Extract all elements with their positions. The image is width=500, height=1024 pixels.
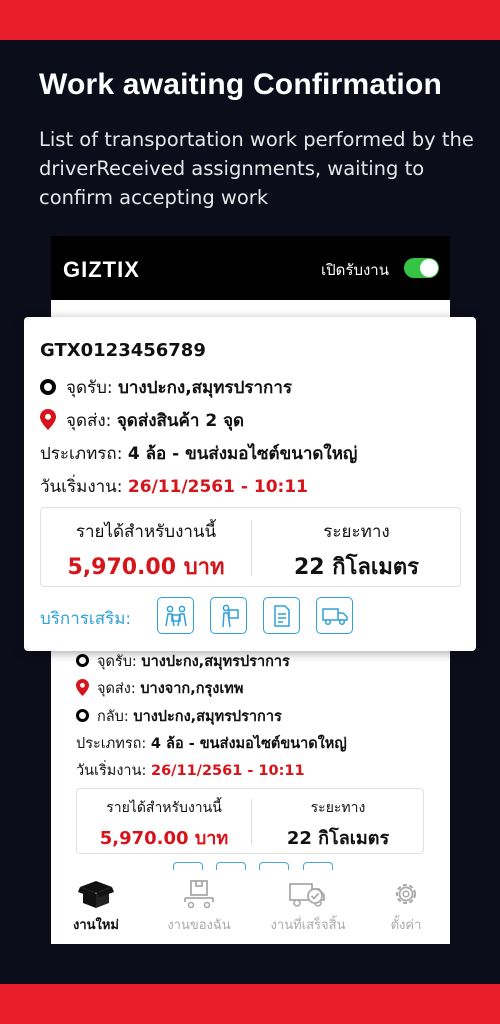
services-label: บริการเสริม: [40,609,132,629]
card-truck-label: ประเภทรถ: [76,736,147,752]
package-cart-icon [184,880,214,909]
card-pickup-label: จุดรับ: [97,654,137,670]
porter-icon [221,604,239,627]
popup-income-label: รายได้สำหรับงานนี้ [75,522,217,542]
return-dot-icon [76,709,89,722]
card-return-label: กลับ: [97,709,129,725]
popup-distance-label: ระยะทาง [323,522,390,542]
availability-label: เปิดรับงาน [321,261,389,279]
card-return-row: กลับ: บางปะกง,สมุทรปราการ [76,705,282,728]
card-income-label: รายได้สำหรับงานนี้ [106,800,222,816]
service-button-peek [259,862,289,870]
tab-label: งานของฉัน [167,918,231,933]
service-porter-button[interactable] [210,597,247,634]
card-start-label: วันเริ่มงาน: [76,763,147,779]
service-button-peek [216,862,246,870]
service-button-peek [303,862,333,870]
popup-pickup-value: บางปะกง,สมุทรปราการ [118,378,293,398]
popup-income: รายได้สำหรับงานนี้ 5,970.00 บาท [41,508,251,586]
card-dropoff-label: จุดส่ง: [97,681,136,697]
tab-completed-jobs[interactable]: งานที่เสร็จสิ้น [263,878,353,935]
page-title: Work awaiting Confirmation [39,68,442,101]
origin-dot-icon [76,654,89,667]
popup-dropoff-label: จุดส่ง: [66,411,112,431]
toggle-knob [420,259,438,277]
card-income-value: 5,970.00 บาท [99,828,229,849]
popup-dropoff-value: จุดส่งสินค้า 2 จุด [116,411,245,431]
app-logo: GIZTIX [63,257,140,282]
bottom-red-band [0,984,500,1024]
app-header: GIZTIX เปิดรับงาน [51,236,450,300]
tab-label: ตั้งค่า [390,918,422,933]
service-button-peek [173,862,203,870]
popup-pickup-row: จุดรับ: บางปะกง,สมุทรปราการ [40,374,292,401]
card-stats-box: รายได้สำหรับงานนี้ 5,970.00 บาท ระยะทาง … [76,788,424,854]
card-pickup-value: บางปะกง,สมุทรปราการ [141,654,290,670]
card-distance-value: 22 กิโลเมตร [286,828,390,849]
workers-icon [164,605,187,626]
job-id: GTX0123456789 [40,340,206,361]
popup-dropoff-row: จุดส่ง: จุดส่งสินค้า 2 จุด [40,407,244,434]
job-detail-popup[interactable]: GTX0123456789 จุดรับ: บางปะกง,สมุทรปรากา… [24,317,476,651]
gear-icon [395,883,417,905]
popup-pickup-label: จุดรับ: [66,378,113,398]
popup-distance-value: 22 กิโลเมตร [293,555,420,580]
box-icon [78,881,114,908]
popup-distance: ระยะทาง 22 กิโลเมตร [252,508,461,586]
popup-start-row: วันเริ่มงาน: 26/11/2561 - 10:11 [40,473,308,500]
popup-stats-box: รายได้สำหรับงานนี้ 5,970.00 บาท ระยะทาง … [40,507,461,587]
card-truck-row: ประเภทรถ: 4 ล้อ - ขนส่งมอไซต์ขนาดใหญ่ [76,732,347,755]
service-document-button[interactable] [263,597,300,634]
card-truck-value: 4 ล้อ - ขนส่งมอไซต์ขนาดใหญ่ [150,736,347,752]
top-red-band [0,0,500,40]
tab-settings[interactable]: ตั้งค่า [361,878,450,935]
truck-check-icon [289,883,325,907]
card-dropoff-row: จุดส่ง: บางจาก,กรุงเทพ [76,677,243,700]
card-return-value: บางปะกง,สมุทรปราการ [133,709,282,725]
card-start-row: วันเริ่มงาน: 26/11/2561 - 10:11 [76,759,305,782]
tab-new-jobs[interactable]: งานใหม่ [51,878,141,935]
card-start-value: 26/11/2561 - 10:11 [151,763,305,779]
availability-toggle[interactable] [404,258,439,278]
bottom-tab-bar: งานใหม่ งานของฉัน งานที่เสร็จสิ้น ตั้งค่… [51,872,450,944]
location-pin-icon [76,679,89,696]
popup-truck-value: 4 ล้อ - ขนส่งมอไซต์ขนาดใหญ่ [127,444,358,464]
service-workers-button[interactable] [157,597,194,634]
popup-truck-label: ประเภทรถ: [40,444,123,464]
card-dropoff-value: บางจาก,กรุงเทพ [140,681,244,697]
service-truck-button[interactable] [316,597,353,634]
card-distance-label: ระยะทาง [310,800,366,816]
document-icon [273,604,290,627]
card-distance: ระยะทาง 22 กิโลเมตร [252,789,424,853]
tab-my-jobs[interactable]: งานของฉัน [154,878,244,935]
card-pickup-row: จุดรับ: บางปะกง,สมุทรปราการ [76,650,290,673]
tab-label: งานใหม่ [72,918,120,933]
popup-truck-row: ประเภทรถ: 4 ล้อ - ขนส่งมอไซต์ขนาดใหญ่ [40,440,357,467]
location-pin-icon [40,409,56,430]
truck-icon [321,607,348,625]
popup-start-label: วันเริ่มงาน: [40,477,123,497]
popup-start-value: 26/11/2561 - 10:11 [127,477,308,497]
card-income: รายได้สำหรับงานนี้ 5,970.00 บาท [77,789,251,853]
origin-dot-icon [40,379,56,395]
popup-income-value: 5,970.00 บาท [67,555,225,580]
page-subtitle: List of transportation work performed by… [39,128,474,209]
tab-label: งานที่เสร็จสิ้น [270,918,346,933]
